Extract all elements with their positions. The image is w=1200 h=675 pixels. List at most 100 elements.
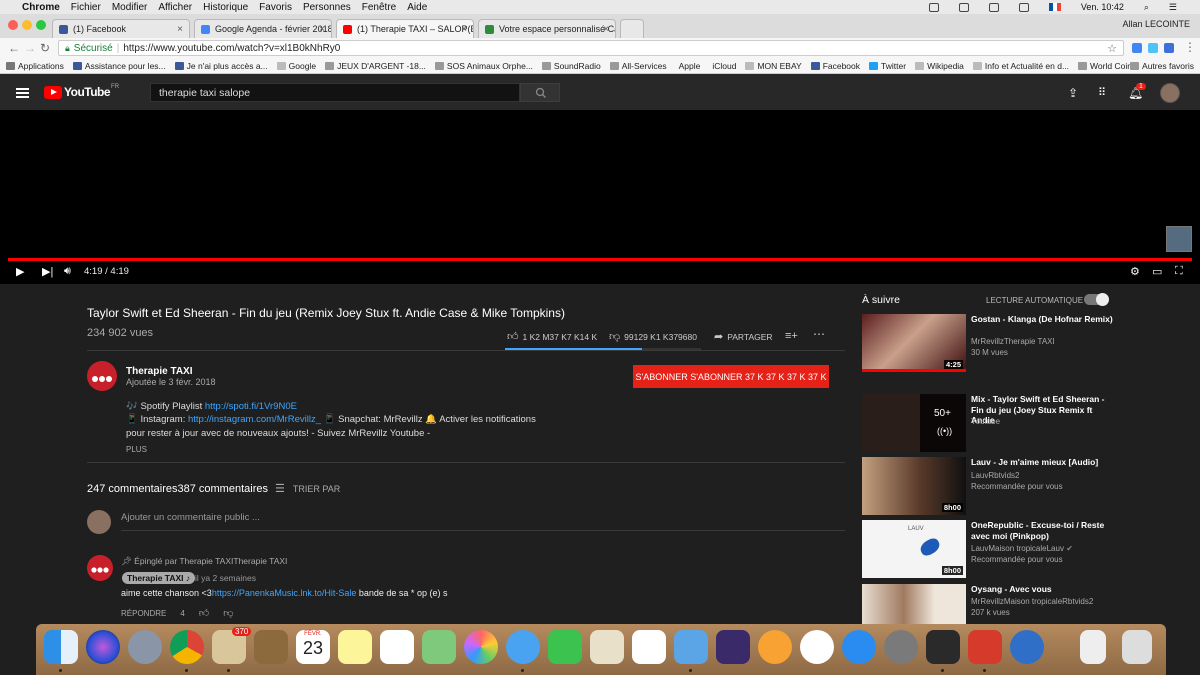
upload-icon[interactable]: ⇪	[1068, 86, 1078, 100]
menu-favoris[interactable]: Favoris	[259, 2, 292, 13]
menu-fichier[interactable]: Fichier	[71, 2, 101, 13]
autoplay-toggle[interactable]	[1084, 293, 1109, 306]
settings-icon[interactable]: ⚙	[1130, 265, 1140, 278]
search-button[interactable]	[520, 83, 560, 102]
bookmark-item[interactable]: All-Services	[609, 61, 667, 71]
ibooks-icon[interactable]	[758, 630, 792, 664]
flag-icon[interactable]	[1048, 3, 1061, 11]
tab-espace-personnalise[interactable]: Votre espace personnalisé Ca ×	[478, 19, 616, 38]
chrome-menu-icon[interactable]: ⋮	[1184, 40, 1196, 54]
close-tab-icon[interactable]: ×	[319, 24, 325, 35]
show-more-button[interactable]: PLUS	[126, 445, 147, 454]
preview-icon[interactable]	[590, 630, 624, 664]
theater-mode-icon[interactable]: ▭	[1152, 265, 1162, 278]
subscribe-button[interactable]: S'ABONNER S'ABONNER 37 K 37 K 37 K 37 K	[633, 365, 829, 388]
remote-desktop-icon[interactable]	[968, 630, 1002, 664]
zoom-window-button[interactable]	[36, 20, 46, 30]
reply-button[interactable]: RÉPONDRE	[121, 609, 166, 618]
menu-list-icon[interactable]: ☰	[1169, 2, 1177, 13]
video-thumbnail[interactable]	[862, 584, 966, 624]
menu-personnes[interactable]: Personnes	[303, 2, 351, 13]
system-preferences-icon[interactable]	[884, 630, 918, 664]
minimize-window-button[interactable]	[22, 20, 32, 30]
bookmark-item[interactable]: Assistance pour les...	[72, 61, 166, 71]
comment-link[interactable]: https://PanenkaMusic.lnk.to/Hit-Sale	[212, 588, 357, 598]
status-icon[interactable]	[928, 2, 939, 12]
bookmark-item[interactable]: Twitter	[869, 61, 906, 71]
keynote-icon[interactable]	[674, 630, 708, 664]
next-icon[interactable]: ▶|	[42, 265, 53, 278]
forward-icon[interactable]: →	[24, 41, 36, 55]
chrome-icon[interactable]	[170, 630, 204, 664]
video-thumbnail[interactable]: 50+ ((•))	[862, 394, 966, 452]
progress-bar[interactable]	[8, 258, 1192, 261]
bookmark-item[interactable]: Info et Actualité en d...	[972, 61, 1069, 71]
imovie-icon[interactable]	[716, 630, 750, 664]
messages-icon[interactable]	[506, 630, 540, 664]
battery-icon[interactable]	[1018, 2, 1029, 12]
finder-icon[interactable]	[44, 630, 78, 664]
play-icon[interactable]: ▶	[16, 265, 24, 278]
notes-icon[interactable]	[338, 630, 372, 664]
menu-aide[interactable]: Aide	[407, 2, 427, 13]
close-window-button[interactable]	[8, 20, 18, 30]
instagram-link[interactable]: http://instagram.com/MrRevillz_	[188, 414, 321, 425]
bookmark-item[interactable]: iCloud	[709, 61, 736, 71]
close-tab-icon[interactable]: ×	[603, 24, 609, 35]
close-tab-icon[interactable]: ×	[177, 24, 183, 35]
bookmark-star-icon[interactable]: ☆	[1107, 42, 1117, 55]
reload-icon[interactable]: ↻	[40, 41, 50, 55]
url-text[interactable]: https://www.youtube.com/watch?v=xl1B0kNh…	[123, 43, 340, 54]
facetime-icon[interactable]	[548, 630, 582, 664]
channel-avatar[interactable]	[87, 361, 117, 391]
video-player[interactable]: ▶ ▶| 🔊︎ 4:19 / 4:19 ⚙ ▭ ⛶	[0, 110, 1200, 284]
menu-afficher[interactable]: Afficher	[158, 2, 192, 13]
recommended-video[interactable]: 4:25 Gostan - Klanga (De Hofnar Remix) M…	[862, 314, 1122, 372]
maps-icon[interactable]	[422, 630, 456, 664]
comment-time[interactable]: il ya 2 semaines	[195, 573, 256, 583]
comment-input[interactable]: Ajouter un commentaire public ...	[121, 512, 260, 523]
recommended-video[interactable]: LAUV 8h00 OneRepublic - Excuse-toi / Res…	[862, 520, 1122, 578]
numbers-icon[interactable]	[632, 630, 666, 664]
bookmark-item[interactable]: Apple	[676, 61, 701, 71]
bookmark-item[interactable]: SoundRadio	[541, 61, 601, 71]
menu-modifier[interactable]: Modifier	[112, 2, 148, 13]
bookmark-item[interactable]: MON EBAY	[745, 61, 802, 71]
spotify-link[interactable]: http://spoti.fi/1Vr9N0E	[205, 401, 297, 412]
video-thumbnail[interactable]: 4:25	[862, 314, 966, 372]
thunderbird-icon[interactable]	[1010, 630, 1044, 664]
bookmark-item[interactable]: Je n'ai plus accès a...	[174, 61, 268, 71]
like-button[interactable]: 👍︎ 1 K2 M37 K7 K14 K	[507, 330, 597, 343]
bookmark-item[interactable]: JEUX D'ARGENT -18...	[325, 61, 426, 71]
youtube-logo[interactable]: YouTube FR	[44, 84, 119, 99]
menu-fenetre[interactable]: Fenêtre	[362, 2, 396, 13]
contacts-icon[interactable]	[254, 630, 288, 664]
menu-app-name[interactable]: Chrome	[22, 2, 60, 13]
itunes-icon[interactable]	[800, 630, 834, 664]
bookmark-item[interactable]: Google	[276, 61, 316, 71]
bookmark-applications[interactable]: Applications	[6, 61, 64, 71]
siri-icon[interactable]	[86, 630, 120, 664]
video-thumbnail[interactable]: 8h00	[862, 457, 966, 515]
apps-grid-icon[interactable]: ⠿	[1098, 86, 1106, 99]
profile-name[interactable]: Allan LECOINTE	[1122, 19, 1190, 29]
document-icon[interactable]	[1080, 630, 1106, 664]
recommended-video[interactable]: 8h00 Lauv - Je m'aime mieux [Audio] Lauv…	[862, 457, 1122, 515]
thumbs-up-icon[interactable]: 👍︎	[199, 607, 209, 619]
address-bar[interactable]: 🔒︎ Sécurisé | https://www.youtube.com/wa…	[58, 40, 1124, 56]
menu-clock[interactable]: Ven. 10:42	[1081, 2, 1124, 12]
dislike-button[interactable]: 👎︎ 99129 K1 K379680	[609, 330, 697, 343]
bookmark-item[interactable]: Wikipedia	[915, 61, 964, 71]
extension-icon[interactable]	[1164, 43, 1174, 53]
other-bookmarks[interactable]: Autres favoris	[1130, 61, 1194, 71]
share-button[interactable]: ➦ PARTAGER	[714, 330, 773, 343]
tab-youtube[interactable]: (1) Therapie TAXI – SALOP(E) ×	[336, 19, 474, 38]
thumbs-down-icon[interactable]: 👎︎	[223, 607, 233, 619]
video-thumbnail[interactable]: LAUV 8h00	[862, 520, 966, 578]
reminders-icon[interactable]	[380, 630, 414, 664]
tab-google-agenda[interactable]: Google Agenda - février 2018 ×	[194, 19, 332, 38]
app-store-icon[interactable]	[842, 630, 876, 664]
back-icon[interactable]: ←	[8, 41, 20, 55]
bookmark-item[interactable]: Facebook	[810, 61, 860, 71]
launchpad-icon[interactable]	[128, 630, 162, 664]
